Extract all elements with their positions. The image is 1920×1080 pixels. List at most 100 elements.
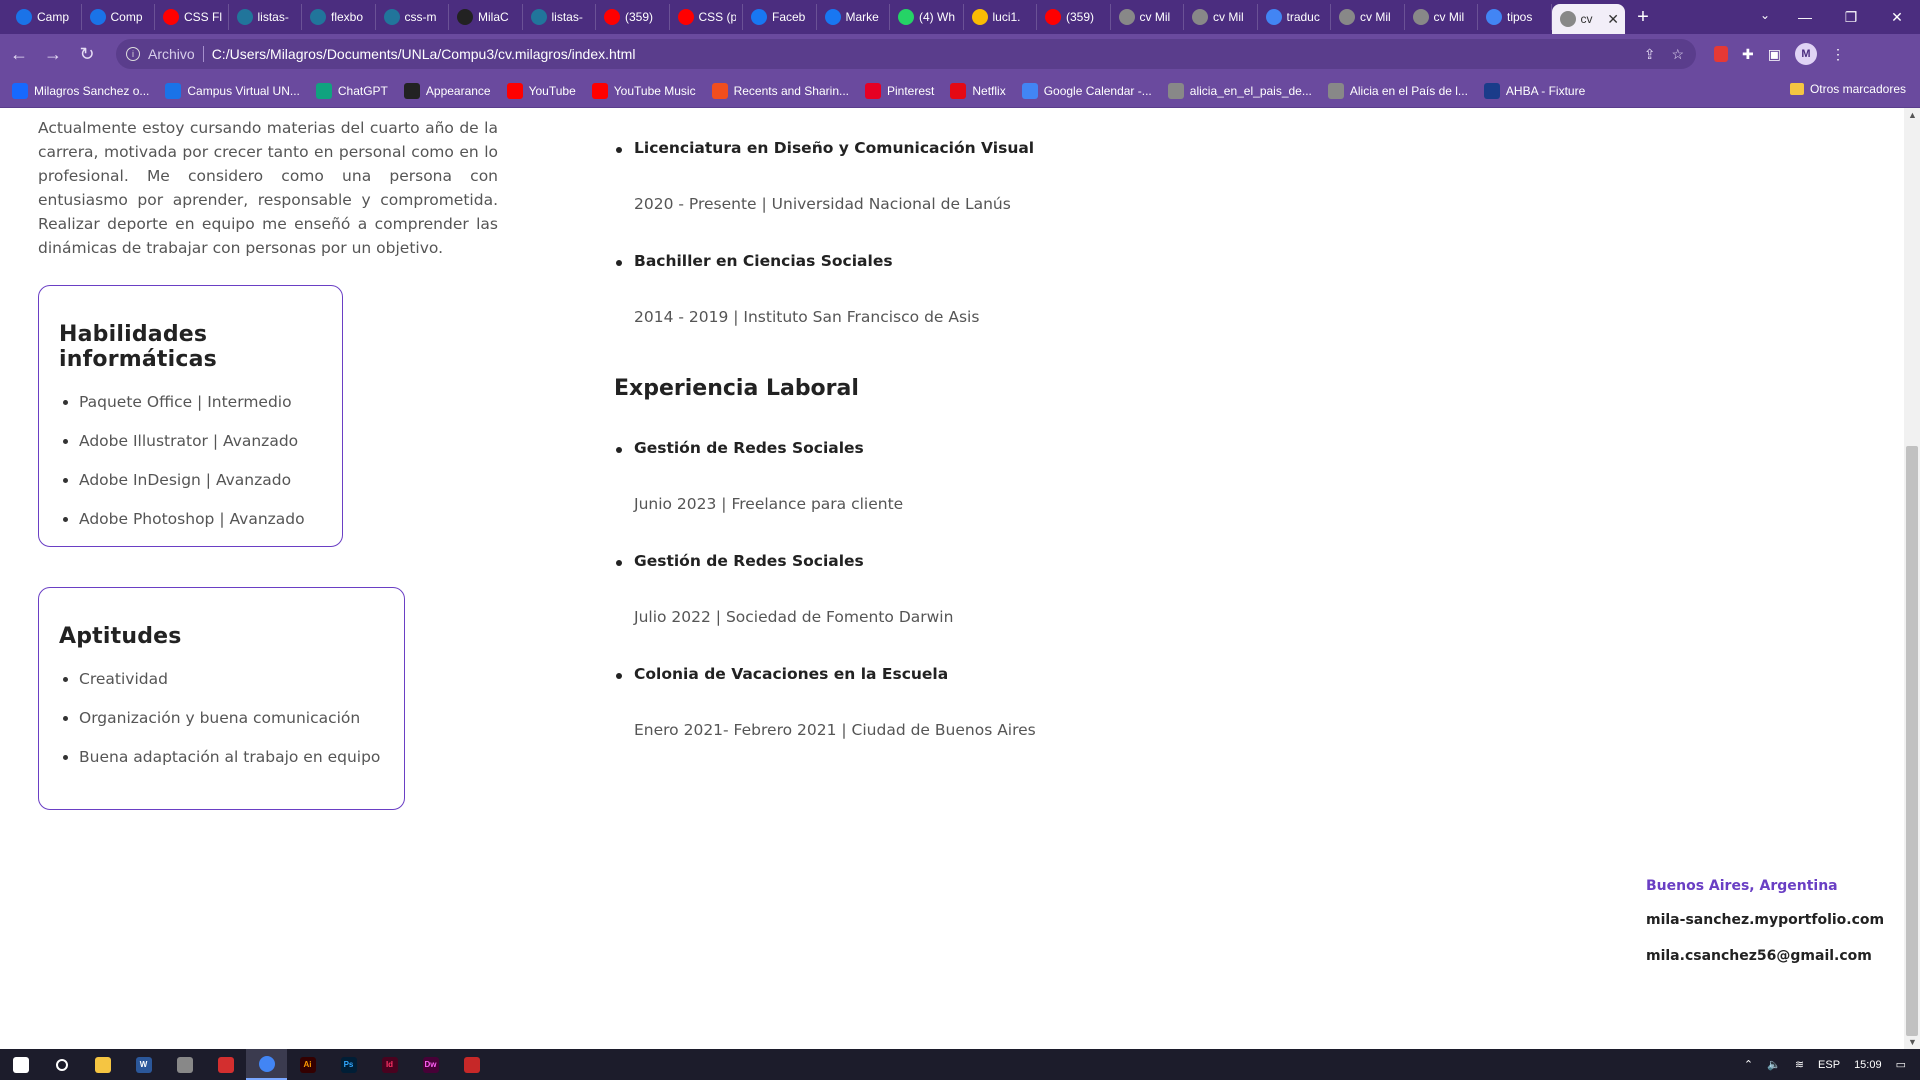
browser-tab[interactable]: cv Mil <box>1405 4 1478 30</box>
scroll-down-icon[interactable]: ▼ <box>1908 1037 1917 1047</box>
youtube-music-icon <box>591 82 608 99</box>
browser-tab[interactable]: Camp <box>8 4 82 30</box>
clock[interactable]: 15:09 <box>1854 1059 1882 1071</box>
bookmark-label: Netflix <box>972 83 1006 98</box>
bookmark-item[interactable]: YouTube Music <box>591 82 696 99</box>
reload-icon[interactable]: ↻ <box>72 39 102 69</box>
minimize-icon[interactable]: — <box>1782 9 1828 25</box>
bookmarks-bar: Milagros Sanchez o... Campus Virtual UN..… <box>0 74 1920 108</box>
browser-tab[interactable]: CSS (p <box>670 4 743 30</box>
menu-icon[interactable]: ⋮ <box>1831 46 1845 63</box>
wordpress-icon <box>310 9 326 25</box>
bookmark-item[interactable]: Recents and Sharin... <box>711 82 849 99</box>
back-icon[interactable]: ← <box>4 39 34 69</box>
portfolio-link[interactable]: mila-sanchez.myportfolio.com <box>1646 912 1884 928</box>
globe-icon <box>1339 9 1355 25</box>
taskbar-dreamweaver[interactable]: Dw <box>410 1049 451 1080</box>
browser-tab[interactable]: listas- <box>523 4 596 30</box>
notifications-icon[interactable]: ▭ <box>1896 1058 1906 1071</box>
vertical-scrollbar[interactable]: ▲ ▼ <box>1904 108 1920 1049</box>
browser-tab[interactable]: MilaC <box>449 4 523 30</box>
entry-title: Gestión de Redes Sociales <box>634 439 864 457</box>
extension-icon[interactable] <box>1714 46 1728 62</box>
bookmark-item[interactable]: Appearance <box>403 82 491 99</box>
bookmark-item[interactable]: Pinterest <box>865 82 934 99</box>
bookmark-item[interactable]: Milagros Sanchez o... <box>12 82 149 99</box>
taskbar-chrome[interactable] <box>246 1049 287 1080</box>
bookmark-item[interactable]: ChatGPT <box>315 82 388 99</box>
browser-tab[interactable]: cv Mil <box>1184 4 1258 30</box>
bookmark-item[interactable]: AHBA - Fixture <box>1483 82 1585 99</box>
new-tab-button[interactable]: + <box>1625 6 1661 29</box>
taskbar-photoshop[interactable]: Ps <box>328 1049 369 1080</box>
taskbar-app[interactable] <box>451 1049 492 1080</box>
close-window-icon[interactable]: ✕ <box>1874 9 1920 26</box>
globe-icon <box>1412 9 1429 25</box>
address-url[interactable]: C:/Users/Milagros/Documents/UNLa/Compu3/… <box>212 46 636 62</box>
profile-avatar[interactable]: M <box>1794 43 1817 65</box>
browser-tab[interactable]: listas- <box>229 4 302 30</box>
browser-tab[interactable]: Faceb <box>743 4 817 30</box>
bookmark-label: Alicia en el País de l... <box>1349 83 1468 98</box>
browser-tab[interactable]: cv Mil <box>1331 4 1405 30</box>
browser-tab[interactable]: Marke <box>817 4 890 30</box>
forward-icon[interactable]: → <box>38 39 68 69</box>
browser-tab[interactable]: Comp <box>82 4 155 30</box>
side-panel-icon[interactable]: ▣ <box>1768 46 1781 63</box>
language-indicator[interactable]: ESP <box>1818 1059 1840 1071</box>
taskbar-word[interactable]: W <box>123 1049 164 1080</box>
bookmark-item[interactable]: Campus Virtual UN... <box>165 82 300 99</box>
bookmark-label: Google Calendar -... <box>1043 83 1152 98</box>
restore-icon[interactable]: ❐ <box>1828 9 1874 26</box>
email-link[interactable]: mila.csanchez56@gmail.com <box>1646 948 1884 964</box>
bookmark-label: alicia_en_el_pais_de... <box>1189 83 1312 98</box>
browser-tab[interactable]: traduc <box>1258 4 1331 30</box>
extensions-puzzle-icon[interactable]: ✚ <box>1742 46 1754 63</box>
bookmark-item[interactable]: Google Calendar -... <box>1021 82 1152 99</box>
dreamweaver-icon: Dw <box>422 1056 439 1073</box>
aptitude-item: Organización y buena comunicación <box>79 708 384 728</box>
taskbar-indesign[interactable]: Id <box>369 1049 410 1080</box>
entry-detail: Junio 2023 | Freelance para cliente <box>634 495 904 513</box>
address-bar[interactable]: i Archivo C:/Users/Milagros/Documents/UN… <box>116 39 1696 69</box>
close-tab-icon[interactable]: ✕ <box>1607 11 1619 28</box>
browser-tab[interactable]: cv Mil <box>1111 4 1184 30</box>
bookmark-item[interactable]: alicia_en_el_pais_de... <box>1167 82 1312 99</box>
taskbar-illustrator[interactable]: Ai <box>287 1049 328 1080</box>
browser-tab[interactable]: (359) <box>1037 4 1111 30</box>
tab-search-icon[interactable]: ⌄ <box>1760 8 1770 22</box>
taskbar-search[interactable] <box>41 1049 82 1080</box>
browser-tab[interactable]: (359) <box>596 4 670 30</box>
share-icon[interactable]: ⇪ <box>1644 46 1656 63</box>
other-bookmarks[interactable]: Otros marcadores <box>1789 82 1906 96</box>
bullet-icon <box>616 447 622 453</box>
taskbar-file-explorer[interactable] <box>82 1049 123 1080</box>
system-tray: ⌃ 🔈 ≋ ESP 15:09 ▭ <box>1744 1049 1920 1080</box>
aptitudes-box: Aptitudes Creatividad Organización y buen… <box>38 587 405 810</box>
tab-title: cv Mil <box>1139 10 1171 24</box>
browser-tab[interactable]: CSS Fl <box>155 4 229 30</box>
browser-tab[interactable]: tipos <box>1478 4 1552 30</box>
bookmark-item[interactable]: YouTube <box>506 82 576 99</box>
tab-title: flexbo <box>331 10 364 24</box>
browser-tab-active[interactable]: cv ✕ <box>1551 4 1625 34</box>
volume-icon[interactable]: 🔈 <box>1767 1058 1781 1071</box>
taskbar-app[interactable] <box>164 1049 205 1080</box>
browser-tab[interactable]: (4) Wh <box>890 4 964 30</box>
contact-footer: Buenos Aires, Argentina mila-sanchez.myp… <box>1646 878 1884 984</box>
bookmark-item[interactable]: Netflix <box>950 82 1006 99</box>
wifi-icon[interactable]: ≋ <box>1795 1058 1804 1071</box>
scroll-up-icon[interactable]: ▲ <box>1908 110 1917 120</box>
scrollbar-thumb[interactable] <box>1906 446 1918 1036</box>
taskbar-windows-start[interactable] <box>0 1049 41 1080</box>
browser-tab[interactable]: css-m <box>376 4 449 30</box>
tray-chevron-icon[interactable]: ⌃ <box>1744 1058 1753 1071</box>
bookmark-item[interactable]: Alicia en el País de l... <box>1327 82 1468 99</box>
taskbar-acrobat[interactable] <box>205 1049 246 1080</box>
youtube-icon <box>1045 9 1061 25</box>
info-icon[interactable]: i <box>126 47 140 61</box>
bookmark-star-icon[interactable]: ☆ <box>1671 46 1684 63</box>
bookmark-label: YouTube <box>528 83 576 98</box>
browser-tab[interactable]: luci1. <box>964 4 1037 30</box>
browser-tab[interactable]: flexbo <box>302 4 376 30</box>
